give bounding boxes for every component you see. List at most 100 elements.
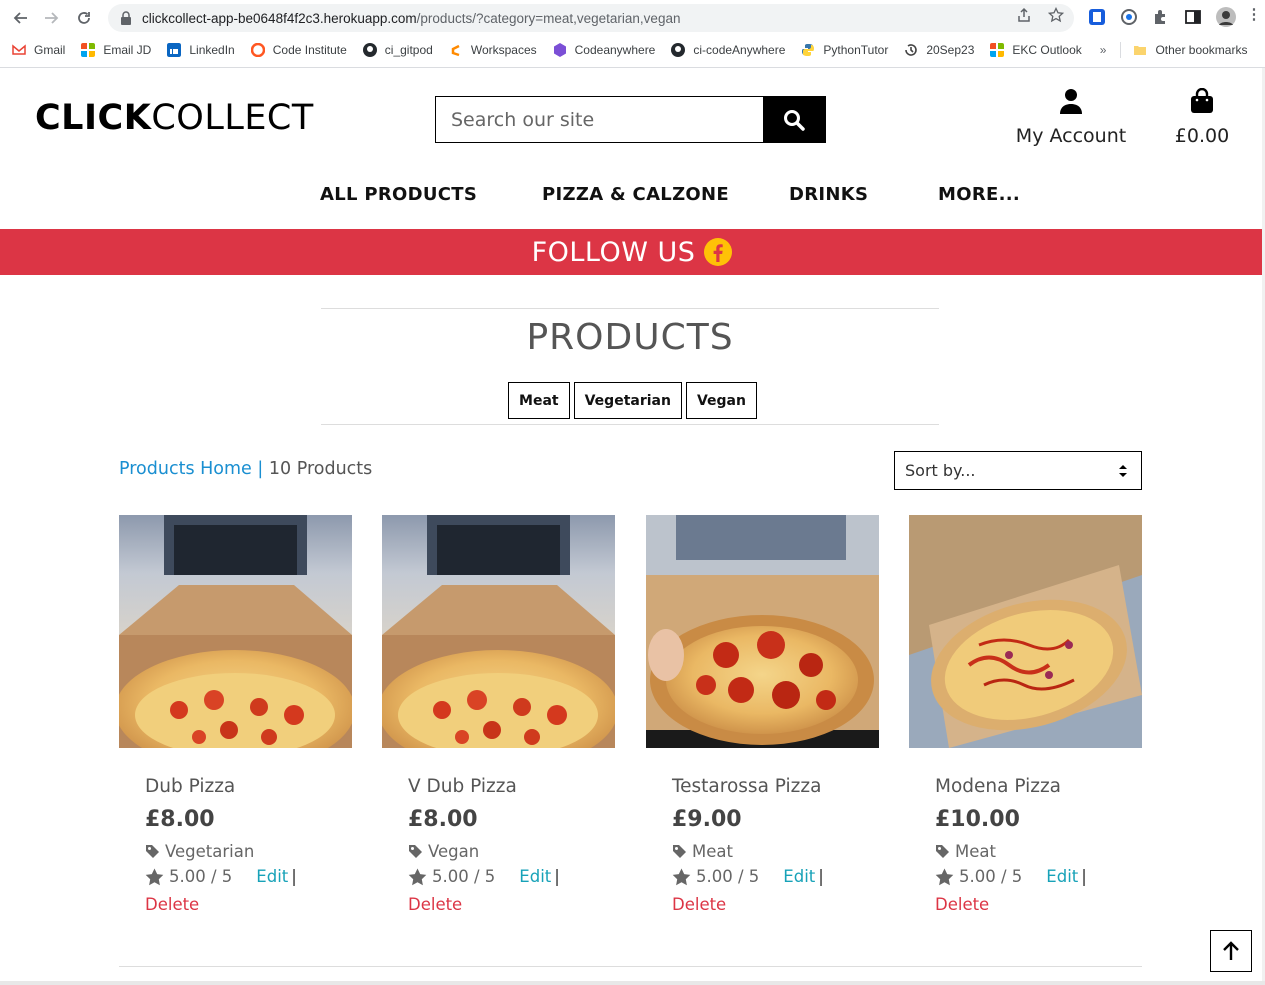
bookmark-codeanywhere[interactable]: Codeanywhere xyxy=(553,43,655,57)
product-card[interactable]: Modena Pizza £10.00 Meat 5.00 / 5 Edit |… xyxy=(909,515,1142,914)
nav-pizza-calzone[interactable]: PIZZA & CALZONE xyxy=(542,184,729,205)
bookmark-20sep23[interactable]: 20Sep23 xyxy=(904,43,974,57)
category-vegetarian-button[interactable]: Vegetarian xyxy=(573,382,682,419)
follow-us-banner[interactable]: FOLLOW US xyxy=(0,229,1265,275)
product-image-testarossa-pizza[interactable] xyxy=(646,515,879,748)
reload-icon[interactable] xyxy=(72,6,96,30)
bookmark-linkedin[interactable]: LinkedIn xyxy=(167,43,235,57)
star-icon xyxy=(408,868,427,885)
product-card[interactable]: Dub Pizza £8.00 Vegetarian 5.00 / 5 Edit… xyxy=(119,515,352,914)
nav-drinks[interactable]: DRINKS xyxy=(789,184,868,205)
main-nav: ALL PRODUCTS PIZZA & CALZONE DRINKS MORE… xyxy=(0,180,1265,210)
edit-link[interactable]: Edit xyxy=(783,867,815,886)
product-category[interactable]: Vegetarian xyxy=(145,842,352,861)
star-icon[interactable] xyxy=(1047,6,1065,23)
address-bar[interactable]: clickcollect-app-be0648f4f2c3.herokuapp.… xyxy=(108,4,1074,32)
tag-icon xyxy=(936,845,949,858)
profile-avatar-icon[interactable] xyxy=(1216,7,1236,27)
search-input[interactable] xyxy=(436,97,763,142)
folder-icon xyxy=(1134,46,1147,55)
category-meat-button[interactable]: Meat xyxy=(508,382,570,419)
product-image-v-dub-pizza[interactable] xyxy=(382,515,615,748)
shopping-bag-link[interactable]: £0.00 xyxy=(1168,87,1236,147)
delete-link[interactable]: Delete xyxy=(145,895,352,914)
bookmark-pythontutor[interactable]: PythonTutor xyxy=(801,43,888,57)
bookmarks-divider xyxy=(1120,42,1122,58)
delete-link[interactable]: Delete xyxy=(935,895,1142,914)
product-category[interactable]: Vegan xyxy=(408,842,615,861)
my-account-link[interactable]: My Account xyxy=(1012,88,1130,147)
bookmarks-bar: Gmail Email JD LinkedIn Code Institute c… xyxy=(0,36,1265,64)
tag-icon xyxy=(146,845,159,858)
gmail-icon xyxy=(12,44,26,55)
delete-link[interactable]: Delete xyxy=(408,895,615,914)
product-card[interactable]: V Dub Pizza £8.00 Vegan 5.00 / 5 Edit | … xyxy=(382,515,615,914)
product-rating-row: 5.00 / 5 Edit | xyxy=(935,867,1142,886)
other-bookmarks[interactable]: Other bookmarks xyxy=(1133,43,1247,57)
product-image-modena-pizza[interactable] xyxy=(909,515,1142,748)
category-filter-row: Meat Vegetarian Vegan xyxy=(0,382,1265,419)
github-icon xyxy=(362,43,377,57)
shopping-bag-icon xyxy=(1191,87,1213,113)
edit-link[interactable]: Edit xyxy=(256,867,288,886)
chrome-divider xyxy=(0,67,1265,68)
product-count-row: Products Home | 10 Products xyxy=(119,459,372,479)
back-to-top-button[interactable] xyxy=(1210,930,1252,972)
product-category[interactable]: Meat xyxy=(672,842,879,861)
nav-all-products[interactable]: ALL PRODUCTS xyxy=(320,184,477,205)
category-vegan-button[interactable]: Vegan xyxy=(685,382,757,419)
share-icon[interactable] xyxy=(1016,7,1032,23)
products-bottom-divider xyxy=(119,966,1142,967)
search-icon xyxy=(784,109,805,131)
product-category[interactable]: Meat xyxy=(935,842,1142,861)
star-icon xyxy=(672,868,691,885)
bookmark-email-jd[interactable]: Email JD xyxy=(81,43,151,57)
github-icon xyxy=(671,43,686,57)
tag-icon xyxy=(673,845,686,858)
history-icon xyxy=(905,44,918,56)
extensions-puzzle-icon[interactable] xyxy=(1152,8,1170,26)
delete-link[interactable]: Delete xyxy=(672,895,879,914)
link-separator: | xyxy=(554,867,560,886)
bookmark-ekc-outlook[interactable]: EKC Outlook xyxy=(990,43,1082,57)
product-card[interactable]: Testarossa Pizza £9.00 Meat 5.00 / 5 Edi… xyxy=(646,515,879,914)
facebook-icon xyxy=(704,238,733,266)
link-separator: | xyxy=(1081,867,1087,886)
forward-icon[interactable] xyxy=(40,6,64,30)
bookmark-gmail[interactable]: Gmail xyxy=(12,43,65,57)
product-name[interactable]: Testarossa Pizza xyxy=(672,776,879,797)
extension-grammar-icon[interactable] xyxy=(1120,8,1138,26)
site-logo[interactable]: CLICKCOLLECT xyxy=(35,98,314,138)
codeanywhere-icon xyxy=(553,43,566,57)
side-panel-icon[interactable] xyxy=(1184,8,1202,26)
sort-select[interactable]: Sort by... xyxy=(894,451,1142,490)
bookmark-workspaces[interactable]: Workspaces xyxy=(449,43,537,57)
bookmark-ci-codeanywhere[interactable]: ci-codeAnywhere xyxy=(671,43,785,57)
bottom-edge xyxy=(0,981,1265,985)
back-icon[interactable] xyxy=(8,6,32,30)
extension-bitwarden-icon[interactable] xyxy=(1088,8,1106,26)
code-institute-icon xyxy=(250,43,265,57)
star-icon xyxy=(935,868,954,885)
microsoft-icon xyxy=(81,43,96,57)
gitpod-icon xyxy=(451,44,460,57)
product-price: £9.00 xyxy=(672,807,742,832)
edit-link[interactable]: Edit xyxy=(1046,867,1078,886)
bookmark-code-institute[interactable]: Code Institute xyxy=(250,43,347,57)
product-image-dub-pizza[interactable] xyxy=(119,515,352,748)
url-text: clickcollect-app-be0648f4f2c3.herokuapp.… xyxy=(142,10,681,26)
link-separator: | xyxy=(818,867,824,886)
search-button[interactable] xyxy=(763,97,825,142)
product-rating-row: 5.00 / 5 Edit | xyxy=(408,867,615,886)
bookmarks-overflow[interactable]: » xyxy=(1100,43,1107,57)
menu-kebab-icon[interactable]: ⋮ xyxy=(1246,7,1262,23)
product-name[interactable]: Modena Pizza xyxy=(935,776,1142,797)
product-name[interactable]: V Dub Pizza xyxy=(408,776,615,797)
product-name[interactable]: Dub Pizza xyxy=(145,776,352,797)
lock-icon xyxy=(121,11,131,25)
product-rating: 5.00 / 5 xyxy=(696,867,760,886)
nav-more[interactable]: MORE... xyxy=(938,184,1020,205)
edit-link[interactable]: Edit xyxy=(519,867,551,886)
products-home-link[interactable]: Products Home xyxy=(119,459,252,479)
bookmark-ci-gitpod[interactable]: ci_gitpod xyxy=(362,43,433,57)
